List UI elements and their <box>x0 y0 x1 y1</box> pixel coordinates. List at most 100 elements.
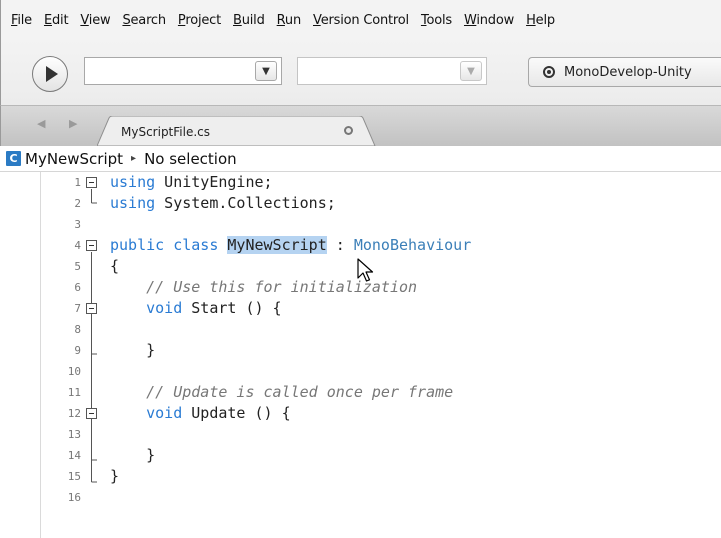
menu-project-rest: roject <box>185 12 222 28</box>
code-line: 1 using UnityEngine; <box>0 172 721 193</box>
code-line: 8 <box>0 319 721 340</box>
menu-edit-rest: dit <box>51 12 69 28</box>
menu-version-control-rest: ersion Control <box>320 12 409 28</box>
line-number: 9 <box>74 344 81 357</box>
line-number: 10 <box>67 365 81 378</box>
code-line: 12 void Update () { <box>0 403 721 424</box>
menu-version-control[interactable]: Version Control <box>313 13 409 28</box>
menu-view-key: V <box>80 12 89 28</box>
menu-run[interactable]: Run <box>276 12 302 28</box>
configuration-value <box>85 58 251 84</box>
line-number: 12 <box>67 407 81 420</box>
code-line: 3 <box>0 214 721 235</box>
line-number: 4 <box>74 239 81 252</box>
code-line: 16 <box>0 487 721 508</box>
run-button[interactable] <box>32 56 68 92</box>
breadcrumb-member[interactable]: No selection <box>144 150 237 168</box>
tab-label: MyScriptFile.cs <box>121 125 211 139</box>
menu-project[interactable]: Project <box>178 13 221 28</box>
line-number: 1 <box>74 176 81 189</box>
radio-target-icon <box>543 66 555 78</box>
code-line: 9 } <box>0 340 721 361</box>
line-number: 7 <box>74 302 81 315</box>
code-text: public class MyNewScript : MonoBehaviour <box>110 236 472 254</box>
menu-version-control-key: V <box>313 12 321 28</box>
menu-build-rest: uild <box>241 12 265 28</box>
code-text: } <box>110 467 120 485</box>
document-tab-bar: ◀ ▶ MyScriptFile.cs <box>0 106 721 146</box>
code-line: 10 <box>0 361 721 382</box>
code-line: 2 using System.Collections; <box>0 193 721 214</box>
chevron-down-icon[interactable]: ▼ <box>255 61 277 81</box>
menu-edit-key: E <box>43 12 52 28</box>
play-icon <box>46 66 58 82</box>
menu-view[interactable]: View <box>80 13 110 28</box>
line-number: 3 <box>74 218 81 231</box>
code-text: } <box>146 446 156 464</box>
menu-edit[interactable]: Edit <box>43 12 69 28</box>
line-number: 14 <box>67 449 81 462</box>
menu-run-rest: un <box>284 12 301 28</box>
menu-run-key: R <box>276 12 285 28</box>
platform-combo[interactable]: ▼ <box>297 57 487 85</box>
unsaved-dot-icon[interactable] <box>344 126 353 135</box>
fold-collapse-icon[interactable] <box>86 303 97 314</box>
line-number: 2 <box>74 197 81 210</box>
line-number: 8 <box>74 323 81 336</box>
menu-file-rest: ile <box>17 12 32 28</box>
code-line: 15 } <box>0 466 721 487</box>
code-text: { <box>110 257 120 275</box>
menu-tools-rest: ools <box>426 12 452 28</box>
mouse-pointer-icon <box>357 258 374 282</box>
target-label: MonoDevelop-Unity <box>564 64 692 80</box>
platform-value <box>298 58 456 84</box>
code-text: void Start () { <box>146 299 282 317</box>
target-selector-button[interactable]: MonoDevelop-Unity <box>528 57 721 87</box>
code-line: 7 void Start () { <box>0 298 721 319</box>
code-text: using System.Collections; <box>110 194 336 212</box>
code-text: // Update is called once per frame <box>146 383 454 401</box>
breadcrumb: C MyNewScript ▸ No selection <box>0 146 721 172</box>
menu-bar: File Edit View Search Project Build Run … <box>0 0 721 40</box>
selected-class-name: MyNewScript <box>227 236 327 254</box>
fold-collapse-icon[interactable] <box>86 177 97 188</box>
tab-scroll-left-icon[interactable]: ◀ <box>37 117 45 130</box>
line-number: 13 <box>67 428 81 441</box>
menu-window-key: W <box>463 12 477 28</box>
menu-help-key: H <box>526 12 536 28</box>
menu-build[interactable]: Build <box>233 13 265 28</box>
configuration-combo[interactable]: ▼ <box>84 57 282 85</box>
chevron-down-icon[interactable]: ▼ <box>460 61 482 81</box>
fold-collapse-icon[interactable] <box>86 240 97 251</box>
class-icon: C <box>6 151 21 166</box>
code-editor[interactable]: 1 using UnityEngine; 2 using System.Coll… <box>0 172 721 538</box>
menu-help[interactable]: Help <box>526 13 555 28</box>
menu-tools[interactable]: Tools <box>421 13 452 28</box>
tab-myscriptfile[interactable]: MyScriptFile.cs <box>97 116 377 146</box>
menu-window-rest: indow <box>476 12 515 28</box>
menu-file[interactable]: File <box>11 13 32 28</box>
code-line: 4 public class MyNewScript : MonoBehavio… <box>0 235 721 256</box>
fold-collapse-icon[interactable] <box>86 408 97 419</box>
breadcrumb-class[interactable]: MyNewScript <box>25 150 123 168</box>
tab-scroll-right-icon[interactable]: ▶ <box>69 117 77 130</box>
menu-view-rest: iew <box>88 12 111 28</box>
line-number: 11 <box>67 386 81 399</box>
code-text: void Update () { <box>146 404 291 422</box>
chevron-right-icon: ▸ <box>131 153 137 164</box>
code-text: } <box>146 341 156 359</box>
menu-search-key: S <box>122 12 131 28</box>
menu-search-rest: earch <box>130 12 167 28</box>
line-number: 6 <box>74 281 81 294</box>
toolbar: ▼ ▼ MonoDevelop-Unity <box>0 40 721 106</box>
menu-search[interactable]: Search <box>122 12 167 28</box>
line-number: 16 <box>67 491 81 504</box>
menu-help-rest: elp <box>535 12 555 28</box>
line-number: 15 <box>67 470 81 483</box>
code-line: 13 <box>0 424 721 445</box>
code-line: 11 // Update is called once per frame <box>0 382 721 403</box>
menu-window[interactable]: Window <box>464 13 514 28</box>
code-line: 14 } <box>0 445 721 466</box>
line-number: 5 <box>74 260 81 273</box>
menu-build-key: B <box>233 12 242 28</box>
